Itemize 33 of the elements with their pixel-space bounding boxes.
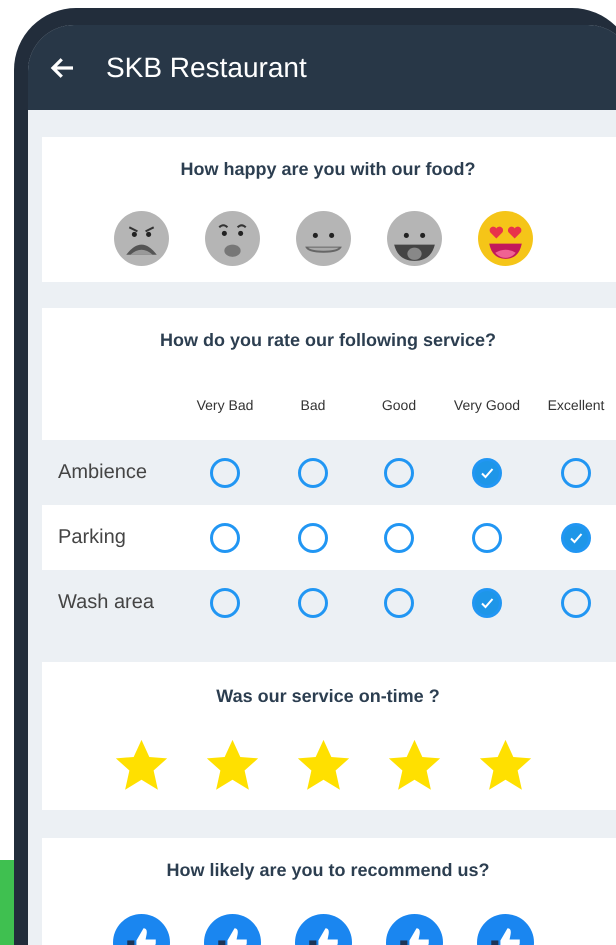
column-label: Bad	[300, 397, 326, 413]
heart-eyes-emoji-icon[interactable]	[476, 210, 534, 267]
app-title: SKB Restaurant	[106, 52, 307, 84]
radio-button[interactable]	[384, 522, 414, 552]
row-label: Wash area	[57, 591, 155, 614]
radio-button[interactable]	[210, 458, 240, 488]
face-emoji-icon[interactable]	[112, 210, 170, 267]
face-emoji-icon[interactable]	[386, 210, 442, 267]
question-text: How happy are you with our food?	[180, 159, 476, 180]
row-label: Parking	[57, 526, 127, 549]
row-label: Ambience	[57, 461, 148, 484]
radio-button[interactable]	[210, 522, 240, 552]
radio-button[interactable]	[561, 588, 591, 618]
question-text: How do you rate our following service?	[158, 330, 498, 351]
column-label: Very Good	[452, 397, 522, 413]
radio-button[interactable]	[298, 458, 328, 488]
column-label: Good	[380, 397, 418, 413]
radio-button[interactable]	[298, 588, 328, 618]
radio-button[interactable]	[472, 458, 502, 488]
radio-button[interactable]	[384, 458, 414, 488]
radio-button[interactable]	[210, 588, 240, 618]
radio-button[interactable]	[298, 522, 328, 552]
face-emoji-icon[interactable]	[294, 210, 352, 267]
radio-button[interactable]	[472, 588, 502, 618]
column-label: Excellent	[546, 397, 606, 413]
column-label: Very Bad	[196, 397, 254, 413]
question-text: How likely are you to recommend us?	[165, 860, 491, 881]
radio-button[interactable]	[384, 588, 414, 618]
question-text: Was our service on-time ?	[215, 686, 441, 707]
radio-button[interactable]	[561, 458, 591, 488]
radio-button[interactable]	[561, 522, 591, 552]
face-emoji-icon[interactable]	[204, 210, 260, 267]
radio-button[interactable]	[472, 522, 502, 552]
